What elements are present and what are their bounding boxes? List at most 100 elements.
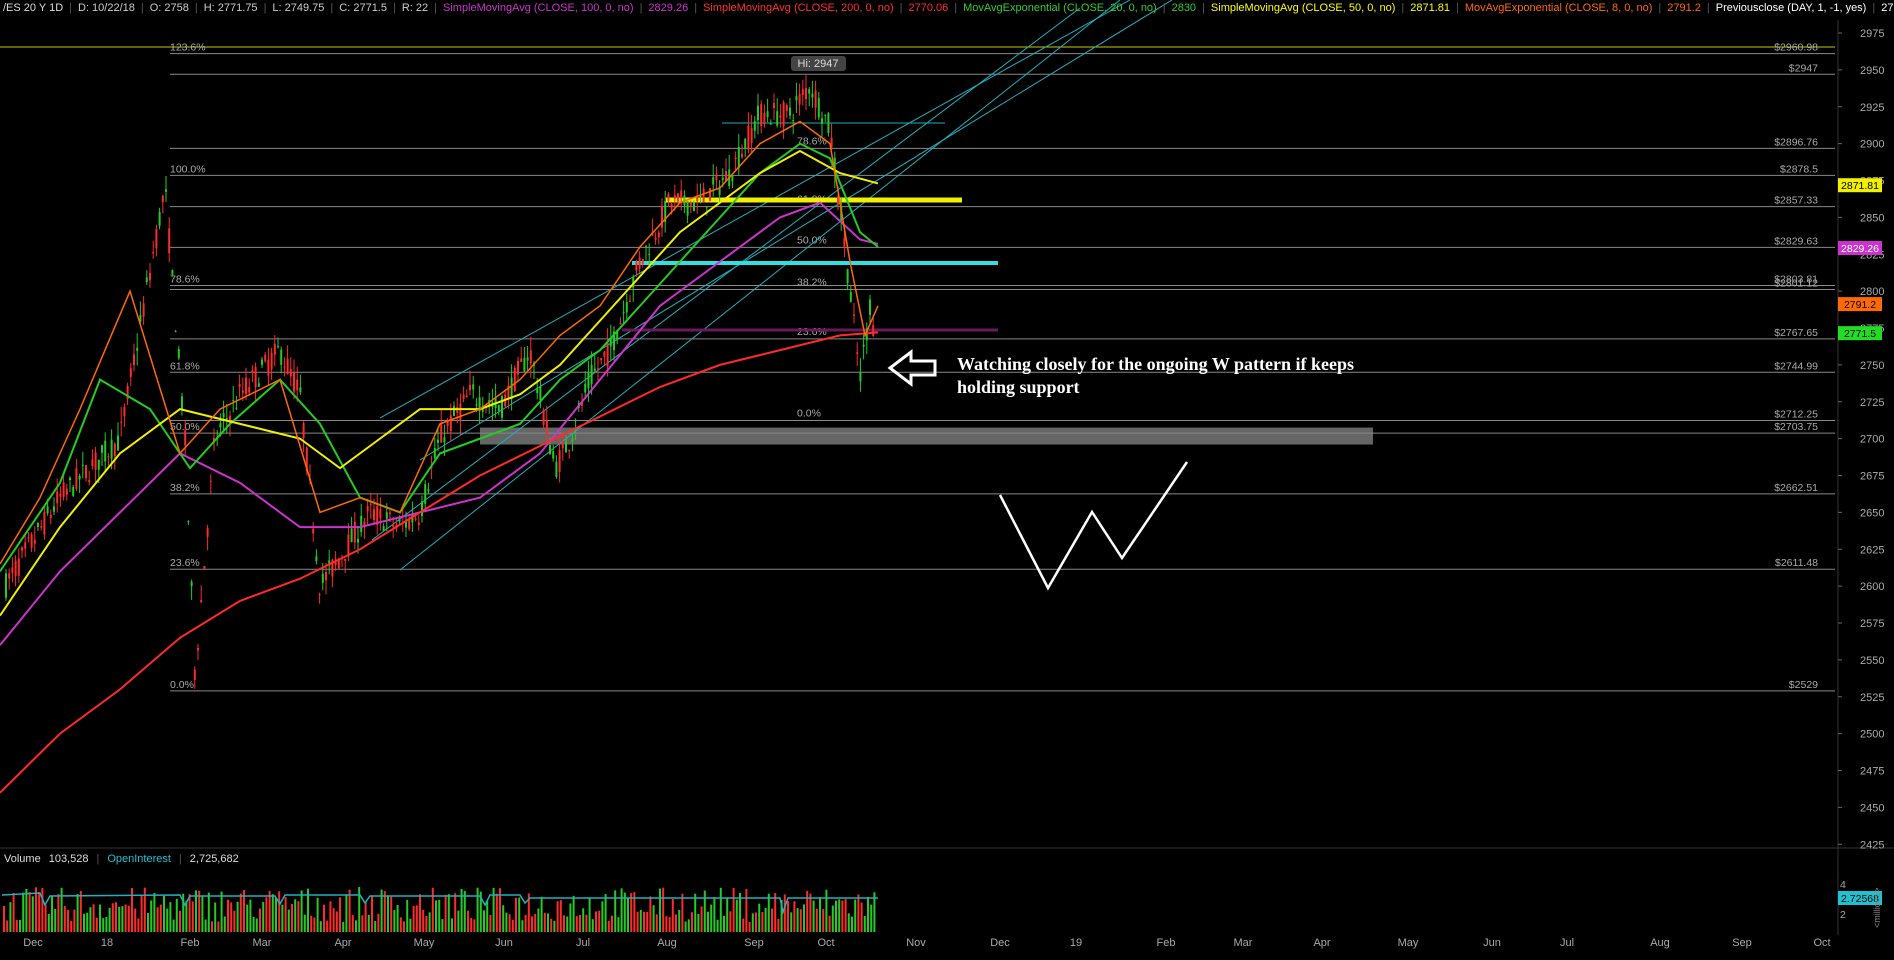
hi-label: Hi: 2947 — [798, 58, 839, 70]
volume-label: Volume — [4, 853, 41, 865]
candle-body — [677, 193, 679, 202]
candle-body — [344, 558, 347, 561]
candle-body — [801, 89, 804, 95]
fib-large-label: 23.6% — [170, 557, 200, 569]
candle-body — [462, 394, 465, 400]
candle-body — [475, 404, 478, 406]
candle-body — [622, 312, 625, 314]
candle-body — [737, 146, 740, 169]
candle-body — [302, 423, 305, 439]
candle-body — [110, 439, 113, 459]
price-level-label: $2960.98 — [1774, 42, 1818, 54]
x-tick-label: Jul — [1560, 937, 1574, 949]
candle-body — [296, 379, 299, 391]
candle-body — [558, 450, 561, 472]
candle-body — [33, 540, 36, 544]
symbol-label[interactable]: /ES 20 Y 1D — [0, 2, 66, 14]
candle-body — [625, 302, 628, 313]
candle-body — [523, 358, 526, 372]
candle-body — [792, 120, 795, 122]
candle-body — [526, 357, 529, 361]
candle-body — [273, 343, 276, 355]
candle-body — [261, 359, 263, 365]
candle-body — [545, 420, 548, 434]
candle-body — [11, 567, 14, 574]
x-tick-label: Mar — [253, 937, 272, 949]
candle-body — [104, 440, 107, 462]
candle-body — [117, 435, 119, 451]
candle-body — [113, 443, 116, 457]
price-level-label: $2896.76 — [1774, 136, 1818, 148]
candle-body — [360, 515, 363, 533]
candle-body — [821, 118, 823, 124]
y-tick-label: 2800 — [1860, 286, 1884, 298]
candle-body — [280, 349, 283, 365]
studies-legend: SimpleMovingAvg (CLOSE, 100, 0, no) | 2829… — [440, 2, 1894, 14]
price-tag-label: 2871.81 — [1841, 180, 1879, 192]
y-tick-label: 2725 — [1860, 397, 1884, 409]
x-tick-label: Oct — [1813, 937, 1830, 949]
candle-body — [561, 442, 564, 449]
y-tick-label: 2675 — [1860, 471, 1884, 483]
candle-body — [241, 390, 244, 393]
y-tick-label: 2975 — [1860, 28, 1884, 40]
range-label: R: 22 — [401, 2, 429, 14]
candle-body — [510, 377, 513, 400]
study-label: MovAvgExponential (CLOSE, 8, 0, no) — [1464, 2, 1653, 14]
candle-body — [5, 573, 7, 598]
candle-body — [40, 526, 43, 528]
study-value: 2767.5 — [1881, 2, 1894, 14]
candle-body — [715, 174, 718, 181]
candle-body — [203, 566, 206, 569]
price-tag-label: 2829.26 — [1841, 243, 1879, 255]
y-tick-label: 2950 — [1860, 65, 1884, 77]
y-tick-label: 2475 — [1860, 766, 1884, 778]
candle-body — [862, 344, 865, 347]
price-chart[interactable]: 2425 2450 2475 2500 2525 2550 2575 2600 2625 2650… — [0, 0, 1894, 955]
sma50-line — [0, 149, 879, 617]
candle-body — [734, 157, 737, 160]
candle-body — [811, 93, 814, 98]
annotation-note: Watching closely for the ongoing W patte… — [957, 353, 1397, 399]
candle-body — [520, 358, 523, 362]
x-tick-label: Dec — [990, 937, 1010, 949]
candle-body — [539, 386, 542, 401]
support-zone — [480, 427, 1373, 445]
candle-body — [645, 245, 647, 247]
candle-body — [424, 484, 427, 504]
x-tick-label: Jun — [495, 937, 513, 949]
candle-body — [686, 201, 689, 216]
price-level-label: $2947 — [1789, 62, 1818, 74]
chart-area[interactable]: 2425 2450 2475 2500 2525 2550 2575 2600 2625 2650… — [0, 0, 1894, 955]
candle-body — [88, 480, 91, 483]
x-tick-label: Oct — [817, 937, 834, 949]
candle-body — [21, 547, 23, 551]
x-tick-label: Mar — [1234, 937, 1253, 949]
candle-body — [859, 371, 862, 382]
candle-body — [814, 90, 817, 108]
candle-body — [168, 228, 171, 254]
candle-body — [648, 253, 651, 255]
candle-body — [472, 384, 475, 390]
volume-value: 103,528 — [48, 853, 89, 865]
candle-body — [385, 512, 388, 519]
candle-body — [30, 534, 33, 548]
candle-body — [552, 451, 555, 459]
candle-body — [289, 368, 292, 377]
candle-body — [398, 519, 401, 522]
candle-body — [440, 424, 443, 443]
price-level-label: $2829.63 — [1774, 235, 1818, 247]
candle-body — [277, 346, 279, 348]
y-tick-label: 2700 — [1860, 434, 1884, 446]
candle-body — [798, 93, 801, 105]
candle-body — [107, 456, 110, 458]
price-level-label: $2703.75 — [1774, 421, 1818, 433]
volume-header: Volume 103,528 | OpenInterest | 2,725,68… — [0, 853, 243, 865]
candle-body — [225, 418, 228, 420]
x-tick-label: Sep — [744, 937, 764, 949]
candle-body — [603, 351, 606, 357]
y-tick-label: 2450 — [1860, 802, 1884, 814]
fib-large-label: 123.6% — [170, 42, 206, 54]
candle-body — [315, 556, 318, 562]
price-level-label: $2712.25 — [1774, 409, 1818, 421]
